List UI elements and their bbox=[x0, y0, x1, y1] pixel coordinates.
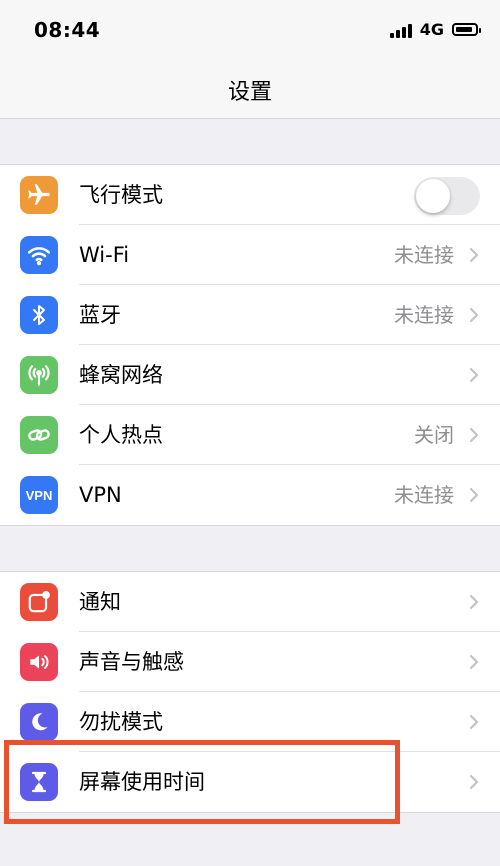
settings-row-label: 蓝牙 bbox=[79, 303, 121, 327]
settings-row-value: 未连接 bbox=[394, 303, 454, 327]
settings-row-wifi[interactable]: Wi-Fi 未连接 bbox=[0, 225, 500, 285]
settings-row-label: 屏幕使用时间 bbox=[79, 770, 205, 794]
vpn-icon-text: VPN bbox=[25, 487, 53, 503]
vpn-icon: VPN bbox=[20, 476, 58, 514]
moon-icon bbox=[20, 703, 58, 741]
battery-icon bbox=[452, 23, 481, 36]
settings-row-label: Wi-Fi bbox=[79, 243, 130, 267]
settings-row-value: 未连接 bbox=[394, 243, 454, 267]
chevron-right-icon bbox=[469, 654, 479, 670]
airplane-icon bbox=[20, 176, 58, 214]
settings-row-notifications[interactable]: 通知 bbox=[0, 572, 500, 632]
settings-row-value: 未连接 bbox=[394, 483, 454, 507]
status-indicators: 4G bbox=[389, 20, 481, 39]
settings-row-screen-time[interactable]: 屏幕使用时间 bbox=[0, 752, 500, 812]
settings-row-label: VPN bbox=[79, 483, 122, 507]
hotspot-link-icon bbox=[20, 416, 58, 454]
bluetooth-icon bbox=[20, 296, 58, 334]
status-bar: 08:44 4G bbox=[0, 0, 500, 60]
chevron-right-icon bbox=[469, 487, 479, 503]
chevron-right-icon bbox=[469, 774, 479, 790]
chevron-right-icon bbox=[469, 247, 479, 263]
chevron-right-icon bbox=[469, 427, 479, 443]
chevron-right-icon bbox=[469, 307, 479, 323]
notifications-icon bbox=[20, 583, 58, 621]
settings-row-label: 飞行模式 bbox=[79, 183, 163, 207]
settings-row-bluetooth[interactable]: 蓝牙 未连接 bbox=[0, 285, 500, 345]
status-time: 08:44 bbox=[34, 18, 101, 42]
network-type: 4G bbox=[419, 20, 444, 39]
settings-group-notifications: 通知 声音与触感 勿扰模式 屏幕使用时间 bbox=[0, 571, 500, 813]
settings-group-connectivity: 飞行模式 Wi-Fi 未连接 蓝牙 未连接 蜂窝网络 个人热点 关闭 VPN V… bbox=[0, 164, 500, 526]
hourglass-icon bbox=[20, 763, 58, 801]
settings-row-label: 通知 bbox=[79, 590, 121, 614]
settings-row-personal-hotspot[interactable]: 个人热点 关闭 bbox=[0, 405, 500, 465]
settings-row-label: 蜂窝网络 bbox=[79, 363, 163, 387]
page-title: 设置 bbox=[227, 80, 272, 105]
settings-row-vpn[interactable]: VPN VPN 未连接 bbox=[0, 465, 500, 525]
navigation-bar: 设置 bbox=[0, 60, 500, 119]
cellular-antenna-icon bbox=[20, 356, 58, 394]
settings-row-cellular[interactable]: 蜂窝网络 bbox=[0, 345, 500, 405]
airplane-mode-toggle[interactable] bbox=[414, 177, 480, 215]
settings-row-label: 声音与触感 bbox=[79, 650, 184, 674]
speaker-icon bbox=[20, 643, 58, 681]
settings-row-do-not-disturb[interactable]: 勿扰模式 bbox=[0, 692, 500, 752]
wifi-icon bbox=[20, 236, 58, 274]
chevron-right-icon bbox=[469, 594, 479, 610]
settings-row-sounds-haptics[interactable]: 声音与触感 bbox=[0, 632, 500, 692]
chevron-right-icon bbox=[469, 367, 479, 383]
settings-row-label: 勿扰模式 bbox=[79, 710, 163, 734]
signal-strength-icon bbox=[389, 22, 412, 38]
settings-row-airplane-mode[interactable]: 飞行模式 bbox=[0, 165, 500, 225]
chevron-right-icon bbox=[469, 714, 479, 730]
settings-row-label: 个人热点 bbox=[79, 423, 163, 447]
settings-row-value: 关闭 bbox=[414, 423, 454, 447]
